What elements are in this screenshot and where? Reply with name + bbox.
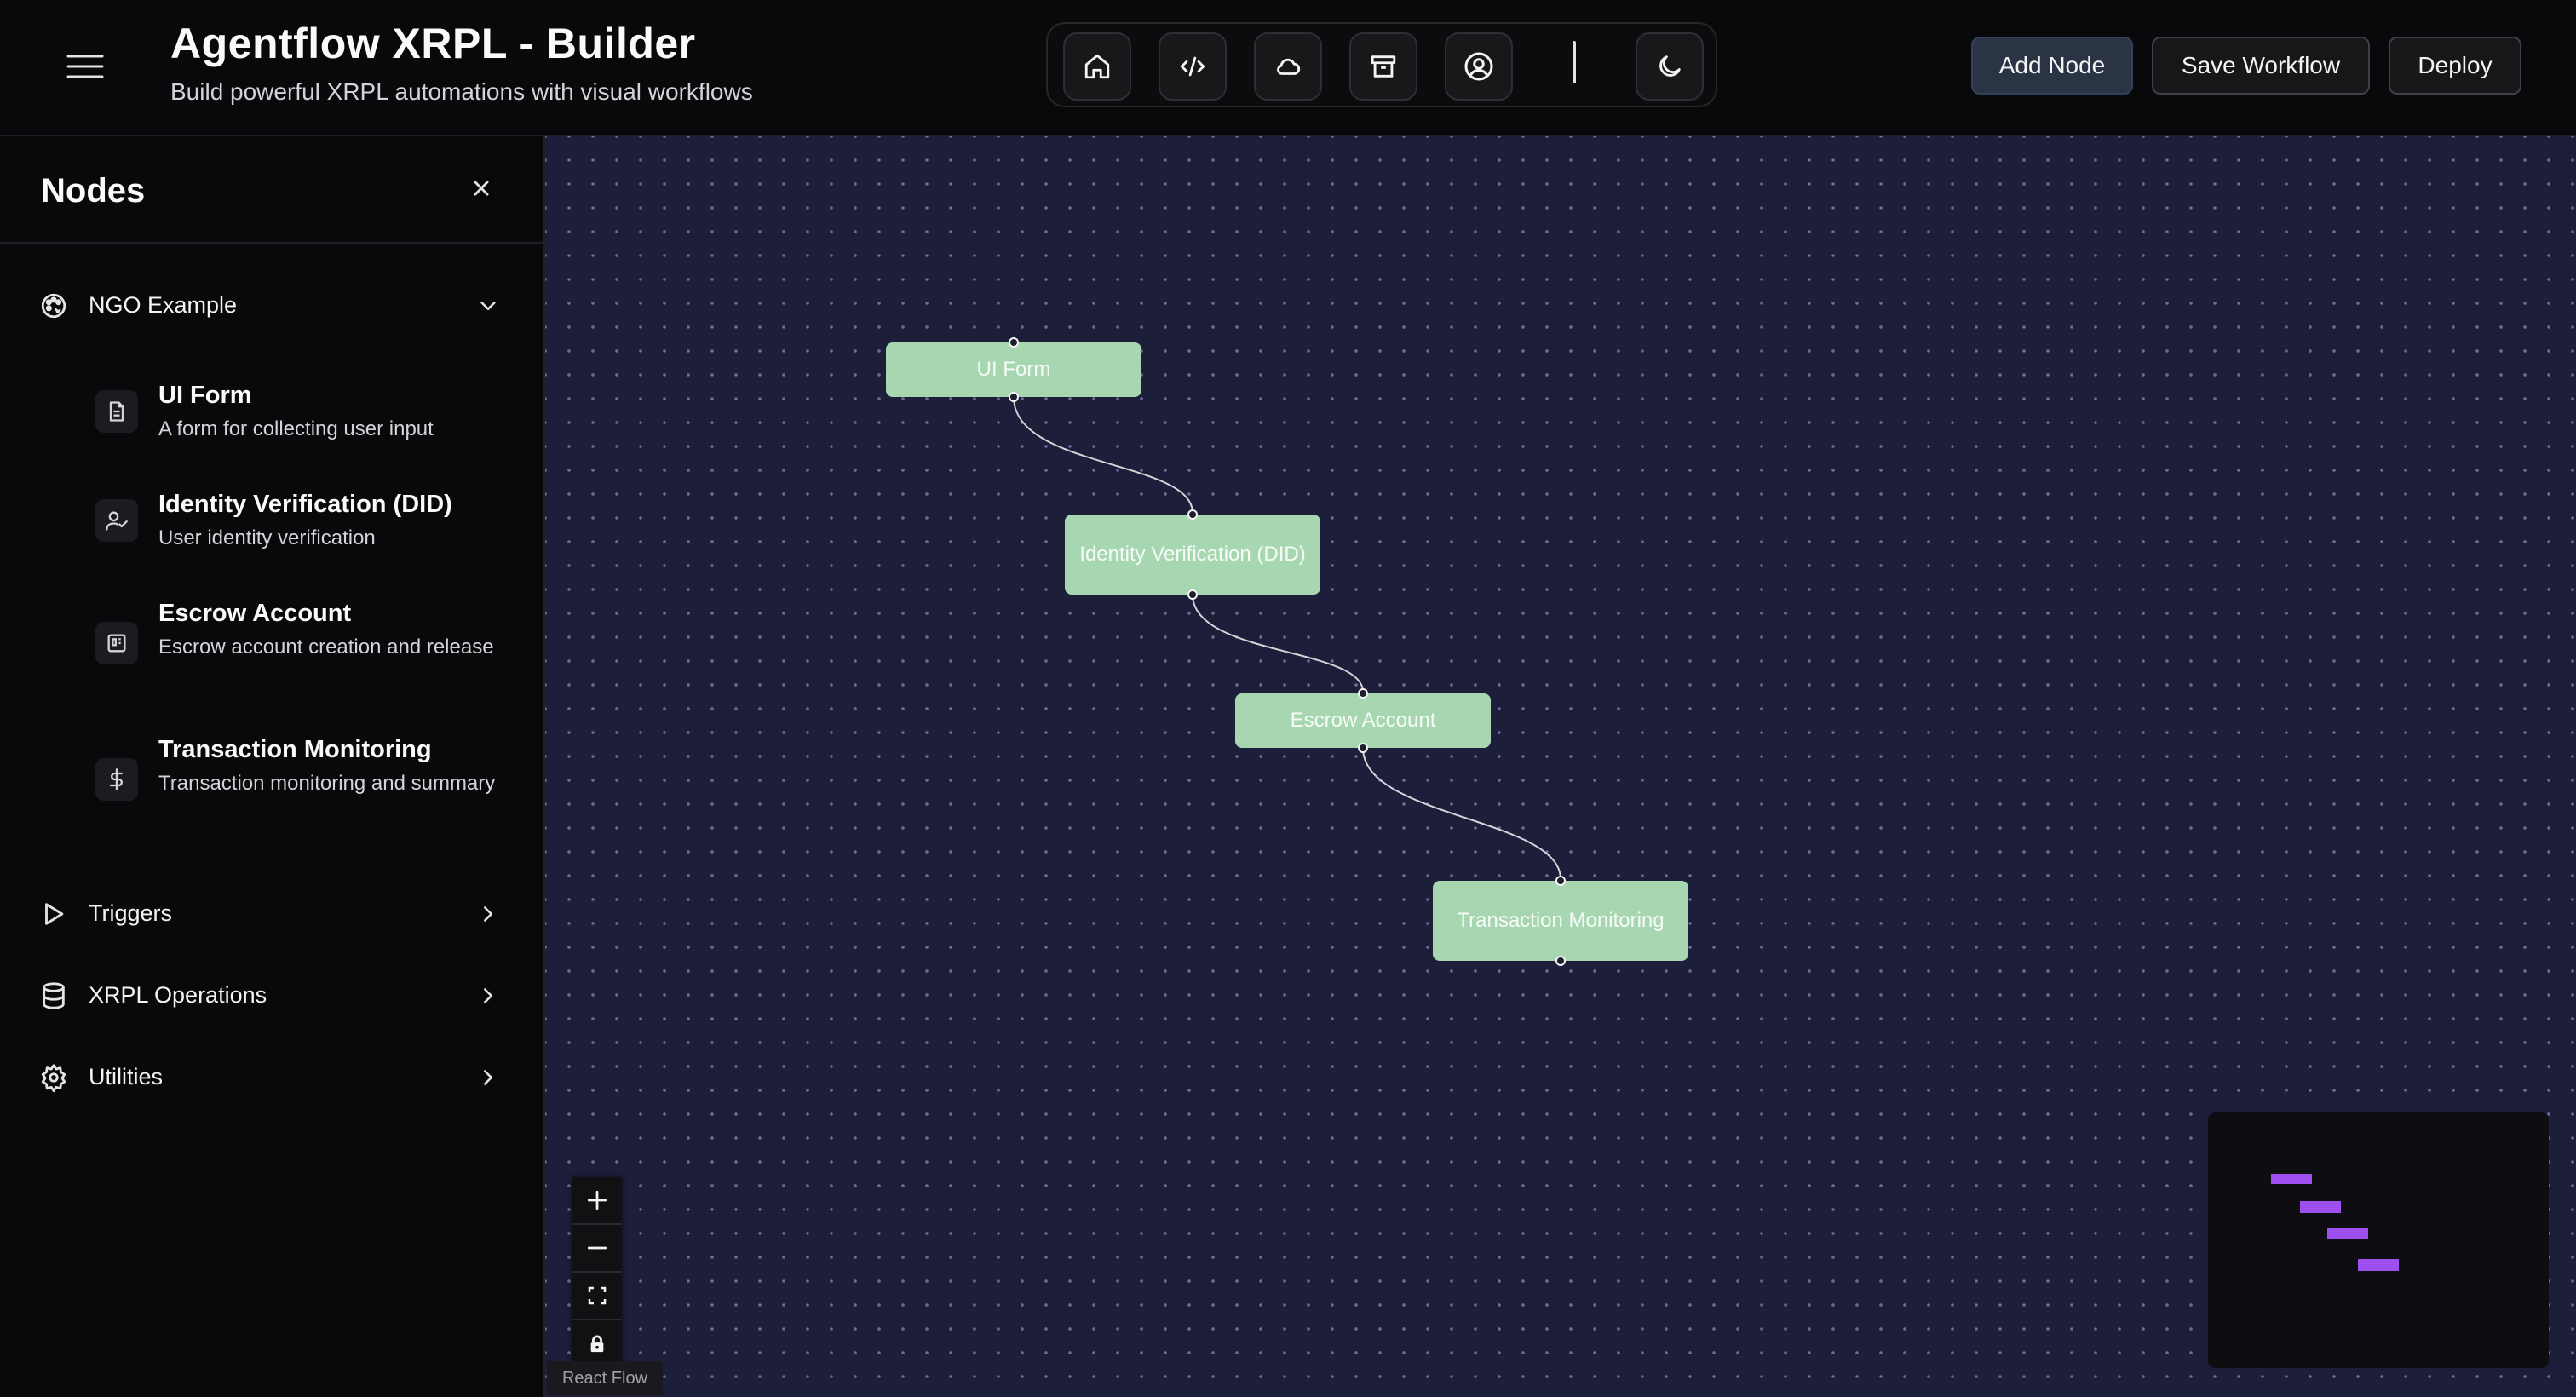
node-source-handle[interactable]: [1358, 743, 1368, 753]
moon-icon: [1655, 52, 1684, 81]
close-icon[interactable]: [467, 174, 496, 203]
theme-toggle-button[interactable]: [1636, 32, 1704, 101]
category-label: XRPL Operations: [89, 982, 267, 1008]
node-item-icon-box: [95, 758, 138, 801]
edge-ui-form-to-identity[interactable]: [1013, 396, 1193, 514]
save-workflow-button[interactable]: Save Workflow: [2152, 37, 2370, 95]
user-circle-icon: [1463, 51, 1494, 82]
node-item-escrow-account[interactable]: Escrow Account Escrow account creation a…: [94, 600, 520, 693]
node-item-ui-form[interactable]: UI Form A form for collecting user input: [94, 382, 520, 458]
node-item-description: User identity verification: [158, 526, 376, 549]
code-icon: [1178, 52, 1207, 81]
archive-button[interactable]: [1349, 32, 1417, 101]
node-item-description: Transaction monitoring and summary: [158, 772, 496, 795]
sidebar-title: Nodes: [41, 172, 146, 210]
node-target-handle[interactable]: [1009, 337, 1019, 348]
node-source-handle[interactable]: [1187, 589, 1198, 600]
database-icon: [39, 981, 68, 1010]
chevron-down-icon: [475, 293, 501, 319]
code-button[interactable]: [1159, 32, 1227, 101]
toolbar-divider: [1573, 41, 1576, 83]
node-item-title: Escrow Account: [158, 600, 352, 627]
node-item-icon-box: [95, 622, 138, 664]
gear-icon: [39, 1063, 68, 1092]
node-item-icon-box: [95, 499, 138, 542]
flow-canvas[interactable]: UI Form Identity Verification (DID) Escr…: [545, 136, 2576, 1397]
node-target-handle[interactable]: [1555, 876, 1566, 886]
category-label: Utilities: [89, 1064, 164, 1089]
zoom-out-button[interactable]: [572, 1225, 622, 1273]
node-target-handle[interactable]: [1187, 509, 1198, 520]
palette-icon: [39, 291, 68, 320]
node-source-handle[interactable]: [1009, 392, 1019, 402]
page-title: Agentflow XRPL - Builder: [170, 20, 696, 67]
minus-icon: [586, 1237, 608, 1259]
category-utilities[interactable]: Utilities: [0, 1043, 543, 1111]
category-ngo-example[interactable]: NGO Example: [0, 271, 543, 339]
category-label: NGO Example: [89, 292, 238, 318]
profile-button[interactable]: [1445, 32, 1513, 101]
flow-node-ui-form[interactable]: UI Form: [886, 342, 1141, 397]
hamburger-menu-icon[interactable]: [66, 49, 104, 83]
zoom-in-button[interactable]: [572, 1177, 622, 1225]
page-subtitle: Build powerful XRPL automations with vis…: [170, 78, 753, 105]
node-target-handle[interactable]: [1358, 688, 1368, 698]
user-check-icon: [105, 509, 129, 532]
node-item-description: A form for collecting user input: [158, 417, 434, 440]
react-flow-attribution[interactable]: React Flow: [547, 1361, 663, 1395]
node-item-transaction-monitoring[interactable]: Transaction Monitoring Transaction monit…: [94, 736, 520, 830]
category-label: Triggers: [89, 900, 173, 926]
play-icon: [39, 900, 68, 928]
node-item-title: Transaction Monitoring: [158, 736, 432, 763]
minimap-node: [2300, 1201, 2341, 1213]
flow-node-identity-verification[interactable]: Identity Verification (DID): [1065, 515, 1320, 595]
node-item-icon-box: [95, 390, 138, 433]
sidebar-divider: [0, 242, 543, 244]
add-node-button[interactable]: Add Node: [1971, 37, 2133, 95]
node-item-identity-verification[interactable]: Identity Verification (DID) User identit…: [94, 491, 520, 567]
fit-view-icon: [587, 1285, 607, 1306]
chevron-right-icon: [475, 901, 501, 927]
cloud-icon: [1274, 52, 1302, 81]
minimap[interactable]: [2208, 1112, 2549, 1368]
archive-icon: [1369, 52, 1398, 81]
flow-controls: [572, 1177, 622, 1375]
node-item-title: UI Form: [158, 382, 252, 409]
escrow-box-icon: [105, 631, 129, 655]
edge-escrow-to-monitoring[interactable]: [1362, 747, 1561, 880]
home-button[interactable]: [1063, 32, 1131, 101]
edge-identity-to-escrow[interactable]: [1192, 594, 1364, 693]
minimap-node: [2327, 1228, 2368, 1239]
lock-icon: [588, 1335, 607, 1354]
plus-icon: [586, 1189, 608, 1211]
file-text-icon: [105, 400, 129, 423]
deploy-button[interactable]: Deploy: [2389, 37, 2521, 95]
home-icon: [1083, 52, 1112, 81]
flow-node-escrow-account[interactable]: Escrow Account: [1235, 693, 1491, 748]
chevron-right-icon: [475, 1065, 501, 1090]
chevron-right-icon: [475, 983, 501, 1009]
minimap-node: [2358, 1259, 2399, 1271]
nodes-sidebar: Nodes NGO Example UI Form A form for col…: [0, 136, 545, 1397]
fit-view-button[interactable]: [572, 1273, 622, 1320]
app-header: Agentflow XRPL - Builder Build powerful …: [0, 0, 2576, 136]
minimap-node: [2271, 1174, 2312, 1184]
node-item-description: Escrow account creation and release: [158, 635, 494, 658]
flow-node-transaction-monitoring[interactable]: Transaction Monitoring: [1433, 881, 1688, 961]
category-triggers[interactable]: Triggers: [0, 879, 543, 947]
node-source-handle[interactable]: [1555, 956, 1566, 966]
category-xrpl-operations[interactable]: XRPL Operations: [0, 961, 543, 1029]
node-item-title: Identity Verification (DID): [158, 491, 452, 518]
dollar-icon: [105, 767, 129, 791]
cloud-button[interactable]: [1254, 32, 1322, 101]
top-toolbar: [1046, 22, 1717, 107]
